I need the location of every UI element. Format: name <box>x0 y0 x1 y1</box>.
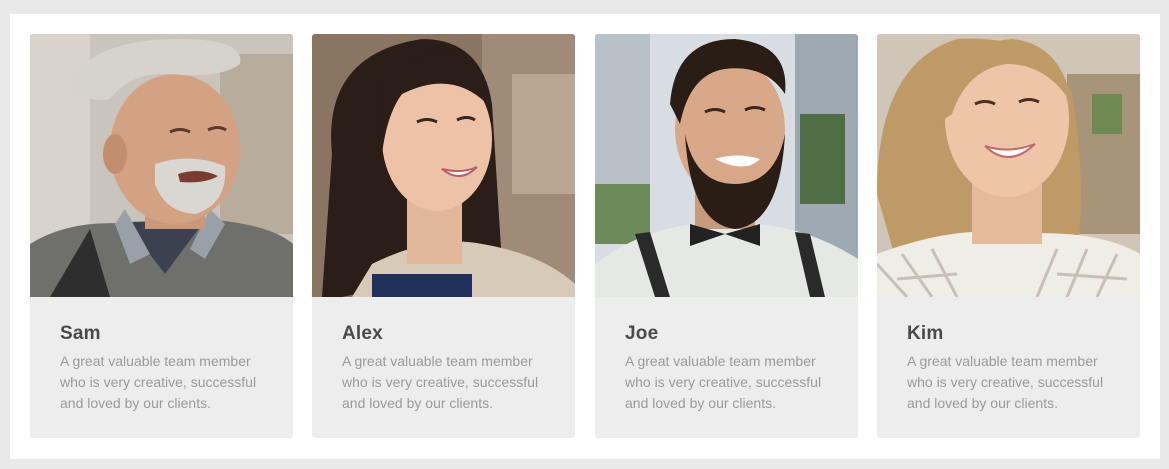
portrait-woman-blonde-icon <box>877 34 1140 297</box>
member-name: Joe <box>625 323 659 344</box>
team-photo-alex <box>312 34 575 297</box>
member-name: Sam <box>60 323 101 344</box>
team-photo-joe <box>595 34 858 297</box>
team-card-sam: Sam A great valuable team member who is … <box>30 34 293 438</box>
member-description: A great valuable team member who is very… <box>60 353 257 411</box>
portrait-woman-dark-hair-icon <box>312 34 575 297</box>
portrait-older-man-cap-icon <box>30 34 293 297</box>
team-card-alex: Alex A great valuable team member who is… <box>312 34 575 438</box>
member-name: Alex <box>342 323 383 344</box>
portrait-bearded-man-bowtie-icon <box>595 34 858 297</box>
member-description: A great valuable team member who is very… <box>907 353 1104 411</box>
member-name: Kim <box>907 323 944 344</box>
member-description: A great valuable team member who is very… <box>625 353 822 411</box>
team-section: Sam A great valuable team member who is … <box>10 14 1160 459</box>
team-card-joe: Joe A great valuable team member who is … <box>595 34 858 438</box>
team-card-kim: Kim A great valuable team member who is … <box>877 34 1140 438</box>
team-photo-kim <box>877 34 1140 297</box>
member-description: A great valuable team member who is very… <box>342 353 539 411</box>
team-photo-sam <box>30 34 293 297</box>
